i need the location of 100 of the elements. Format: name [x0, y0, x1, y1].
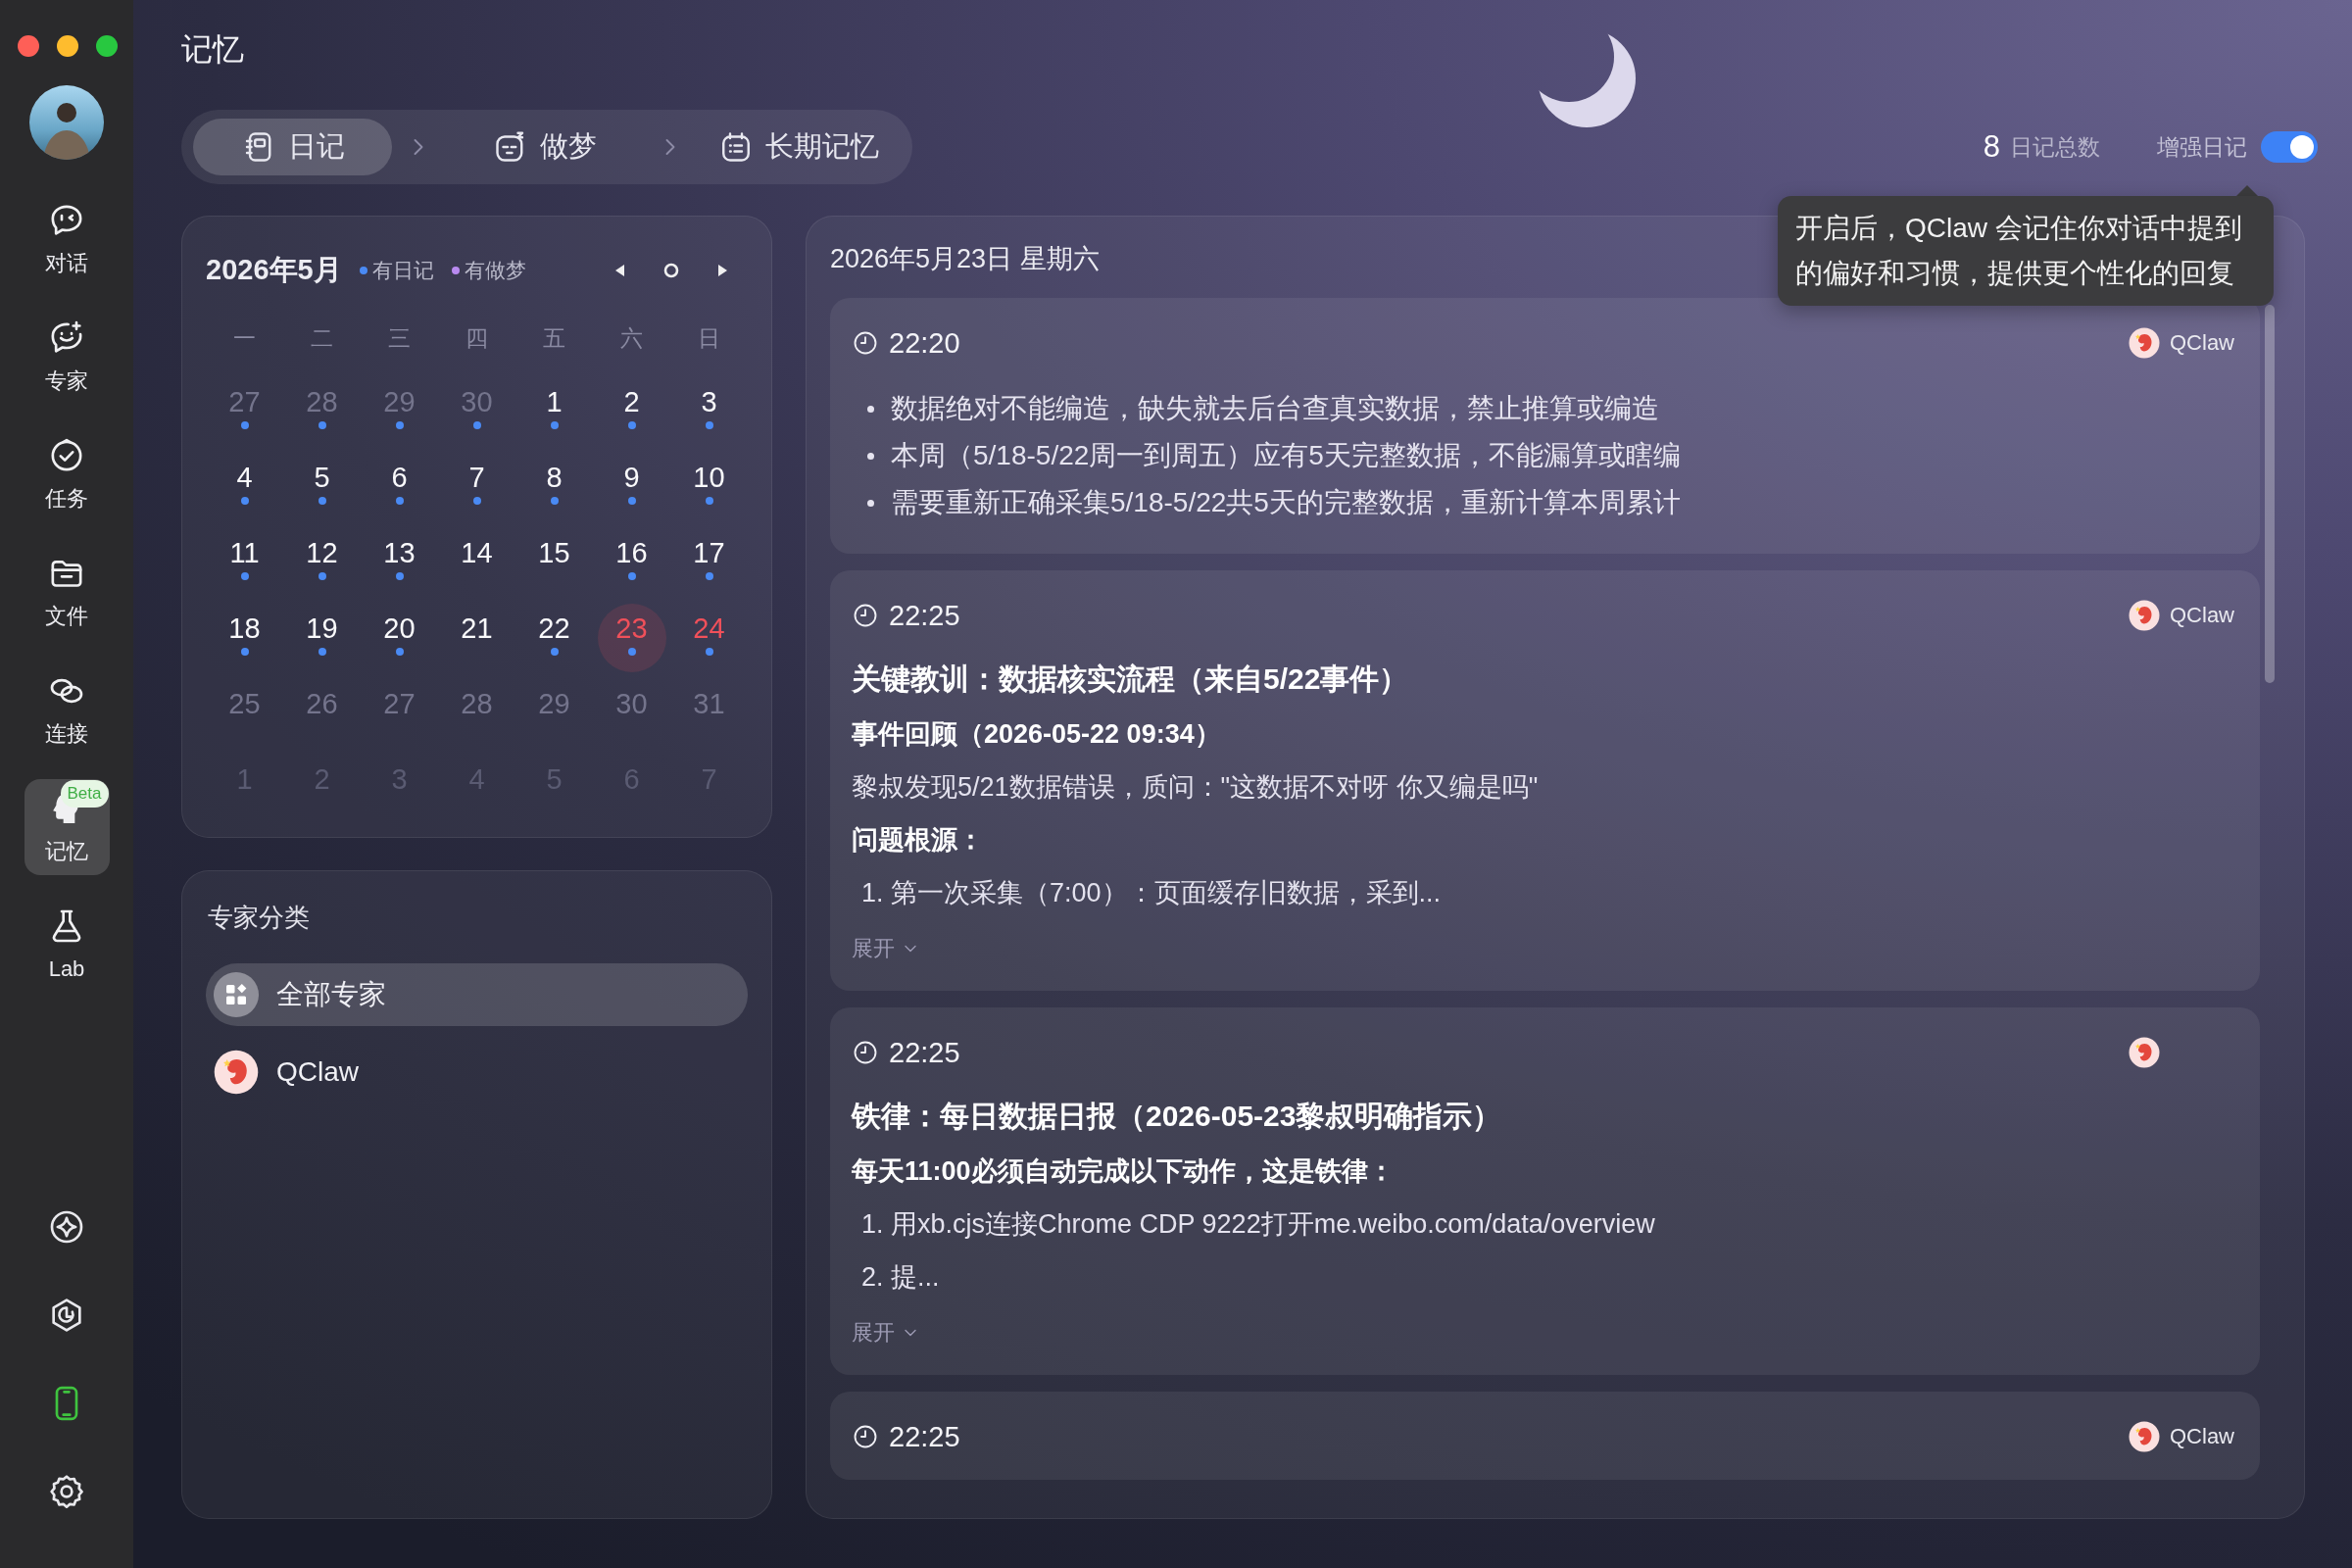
weekday-label: 二	[310, 324, 334, 353]
calendar-day[interactable]: 12	[287, 527, 357, 597]
expand-button[interactable]: 展开	[852, 1318, 920, 1348]
bullet-text: 数据绝对不能编造，缺失就去后台查真实数据，禁止推算或编造	[891, 392, 1659, 425]
expert-item[interactable]: QClaw	[206, 1041, 748, 1103]
section-title: 专家分类	[207, 902, 311, 934]
nav-item[interactable]: Beta 记忆	[24, 779, 110, 875]
diary-dot	[318, 647, 326, 656]
nav-item[interactable]: 任务	[24, 426, 110, 522]
entry-subheading: 问题根源：	[852, 824, 985, 857]
toggle-switch[interactable]	[2261, 131, 2318, 163]
expand-button[interactable]: 展开	[852, 934, 920, 963]
calendar-day[interactable]: 13	[365, 527, 434, 597]
diary-date: 2026年5月23日 星期六	[830, 244, 1100, 273]
weekday-label: 四	[465, 324, 489, 353]
legend-label: 有日记	[371, 258, 434, 283]
weekday-label: 六	[619, 324, 644, 353]
calendar-day[interactable]: 14	[442, 527, 512, 597]
calendar-day[interactable]: 2	[597, 376, 666, 446]
count-label: 日记总数	[2010, 132, 2100, 162]
calendar-day[interactable]: 11	[210, 527, 279, 597]
beta-badge: Beta	[60, 780, 109, 808]
diary-dot	[627, 420, 636, 429]
tooltip: 开启后，QClaw 会记住你对话中提到的偏好和习惯，提供更个性化的回复	[1778, 185, 2274, 306]
entry-subheading: 每天11:00必须自动完成以下动作，这是铁律：	[852, 1155, 1396, 1188]
bullet-dot	[867, 405, 874, 413]
claw-icon	[2129, 327, 2160, 359]
list-item: 1. 用xb.cjs连接Chrome CDP 9222打开me.weibo.com/data/overview	[860, 1208, 1656, 1241]
diary-dot	[472, 496, 481, 505]
diary-dot	[395, 420, 404, 429]
calendar-month: 2026年5月	[206, 253, 342, 287]
nav-item[interactable]: Lab	[24, 897, 110, 993]
diary-dot	[318, 571, 326, 580]
diary-dot	[627, 496, 636, 505]
calendar-day[interactable]: 6	[365, 452, 434, 521]
calendar-day[interactable]: 17	[674, 527, 744, 597]
nav-item[interactable]: 文件	[24, 544, 110, 640]
claw-icon	[2129, 1421, 2160, 1452]
diary-dot	[705, 647, 713, 656]
legend-label: 有做梦	[464, 258, 526, 283]
calendar-day[interactable]: 3	[674, 376, 744, 446]
diary-dot	[395, 571, 404, 580]
close-button[interactable]	[18, 35, 39, 57]
tab[interactable]: 长期记忆	[697, 119, 901, 175]
claw-icon	[2129, 1037, 2160, 1068]
author-name: QClaw	[2170, 1424, 2234, 1449]
bullet-text: 本周（5/18-5/22周一到周五）应有5天完整数据，不能漏算或瞎编	[891, 439, 1681, 472]
zoom-button[interactable]	[96, 35, 118, 57]
calendar-day[interactable]: 4	[210, 452, 279, 521]
nav-item[interactable]: 连接	[24, 662, 110, 758]
bullet-dot	[867, 452, 874, 460]
calendar-day[interactable]: 19	[287, 603, 357, 672]
calendar-day[interactable]: 20	[365, 603, 434, 672]
tab[interactable]: 日记	[193, 119, 392, 175]
diary-dot	[627, 571, 636, 580]
diary-dot	[550, 496, 559, 505]
calendar-day[interactable]: 1	[519, 376, 589, 446]
diary-dot	[550, 420, 559, 429]
diary-dot	[705, 571, 713, 580]
calendar-day[interactable]: 7	[442, 452, 512, 521]
calendar-day[interactable]: 16	[597, 527, 666, 597]
toggle-label: 增强日记	[2157, 132, 2247, 162]
diary-dot	[240, 571, 249, 580]
clock-icon	[852, 329, 879, 357]
calendar-day[interactable]: 22	[519, 603, 589, 672]
entry-time: 22:25	[889, 1036, 960, 1069]
tab[interactable]: 做梦	[445, 119, 644, 175]
diary-dot	[705, 496, 713, 505]
calendar-day[interactable]: 10	[674, 452, 744, 521]
diary-dot	[395, 496, 404, 505]
calendar-day[interactable]: 5	[287, 452, 357, 521]
grid-icon	[214, 972, 259, 1017]
diary-dot	[395, 647, 404, 656]
calendar-day[interactable]: 8	[519, 452, 589, 521]
expert-item[interactable]: 全部专家	[206, 963, 748, 1026]
diary-dot	[240, 496, 249, 505]
calendar-day[interactable]: 21	[442, 603, 512, 672]
clock-icon	[852, 1039, 879, 1066]
diary-dot	[550, 647, 559, 656]
diary-dot	[705, 420, 713, 429]
diary-dot	[240, 420, 249, 429]
claw-icon	[214, 1050, 259, 1095]
calendar-day[interactable]: 18	[210, 603, 279, 672]
page-title: 记忆	[181, 30, 244, 67]
diary-dot	[318, 420, 326, 429]
diary-dot	[240, 647, 249, 656]
calendar-day[interactable]: 9	[597, 452, 666, 521]
entry-time: 22:20	[889, 326, 960, 360]
diary-count: 8	[1983, 129, 2000, 165]
nav-item[interactable]: 专家	[24, 309, 110, 405]
scrollbar[interactable]	[2265, 305, 2275, 683]
author-name: QClaw	[2170, 330, 2234, 356]
weekday-label: 日	[697, 324, 721, 353]
entry-heading: 关键教训：数据核实流程（来自5/22事件）	[852, 662, 1410, 697]
list-item: 1. 第一次采集（7:00）：页面缓存旧数据，采到...	[860, 877, 1443, 909]
nav-item[interactable]: 对话	[24, 191, 110, 287]
diary-dot	[318, 496, 326, 505]
calendar-day[interactable]: 15	[519, 527, 589, 597]
settings-icon[interactable]	[47, 1472, 86, 1511]
minimize-button[interactable]	[57, 35, 78, 57]
